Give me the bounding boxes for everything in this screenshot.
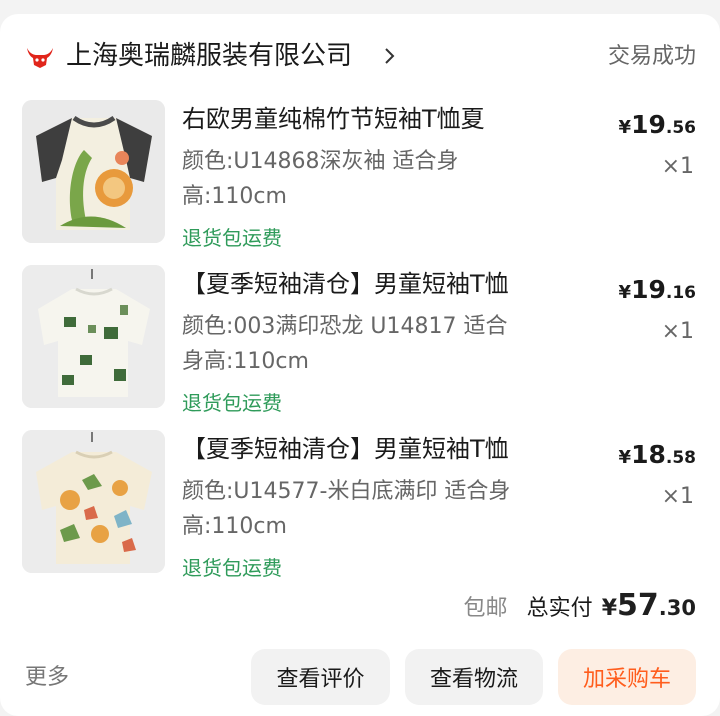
total-dec: .30 [658,596,696,620]
order-item[interactable]: 右欧男童纯棉竹节短袖T恤夏 颜色:U14868深灰袖 适合身 高:110cm 退… [0,100,720,250]
item-price: ¥18.58 [619,440,696,469]
price-dec: .16 [665,283,696,303]
total-currency: ¥ [601,596,618,621]
shop-name[interactable]: 上海奥瑞麟服装有限公司 [66,38,352,74]
spec-line: 高:110cm [182,184,287,209]
item-quantity: ×1 [661,319,694,344]
return-shipping-tag: 退货包运费 [182,226,282,250]
order-status: 交易成功 [607,44,696,69]
red-bull-logo-icon[interactable] [25,45,55,69]
product-spec: 颜色:U14868深灰袖 适合身 高:110cm [182,144,562,214]
chevron-right-icon[interactable] [382,47,396,65]
price-currency: ¥ [618,117,632,138]
return-shipping-tag: 退货包运费 [182,556,282,580]
price-dec: .56 [665,118,696,138]
product-title[interactable]: 右欧男童纯棉竹节短袖T恤夏 [182,102,582,136]
price-int: 19 [631,110,666,139]
spec-line: 身高:110cm [182,349,309,374]
spec-line: 颜色:U14577-米白底满印 适合身 [182,479,511,504]
spec-line: 颜色:U14868深灰袖 适合身 [182,149,459,174]
price-int: 19 [631,275,666,304]
spec-line: 高:110cm [182,514,287,539]
price-currency: ¥ [618,447,632,468]
product-image[interactable] [22,430,165,573]
add-to-cart-button[interactable]: 加采购车 [558,649,696,705]
product-image[interactable] [22,100,165,243]
free-shipping-label: 包邮 [463,596,508,621]
return-shipping-tag: 退货包运费 [182,391,282,415]
product-spec: 颜色:003满印恐龙 U14817 适合 身高:110cm [182,309,562,379]
more-button[interactable]: 更多 [25,663,69,693]
item-quantity: ×1 [661,154,694,179]
view-logistics-button[interactable]: 查看物流 [405,649,543,705]
product-title[interactable]: 【夏季短袖清仓】男童短袖T恤 [182,432,582,466]
total-int: 57 [617,588,659,623]
order-total: 包邮 总实付 ¥57.30 [464,588,696,628]
item-price: ¥19.16 [619,275,696,304]
view-review-button[interactable]: 查看评价 [251,649,390,705]
product-title[interactable]: 【夏季短袖清仓】男童短袖T恤 [182,267,582,301]
item-price: ¥19.56 [619,110,696,139]
total-paid-label: 总实付 [526,596,593,621]
price-currency: ¥ [618,282,632,303]
product-image[interactable] [22,265,165,408]
order-header: 上海奥瑞麟服装有限公司 交易成功 [0,14,720,94]
spec-line: 颜色:003满印恐龙 U14817 适合 [182,314,508,339]
price-int: 18 [631,440,666,469]
price-dec: .58 [665,448,696,468]
order-item[interactable]: 【夏季短袖清仓】男童短袖T恤 颜色:003满印恐龙 U14817 适合 身高:1… [0,265,720,415]
product-spec: 颜色:U14577-米白底满印 适合身 高:110cm [182,474,562,544]
item-quantity: ×1 [661,484,694,509]
order-item[interactable]: 【夏季短袖清仓】男童短袖T恤 颜色:U14577-米白底满印 适合身 高:110… [0,430,720,580]
